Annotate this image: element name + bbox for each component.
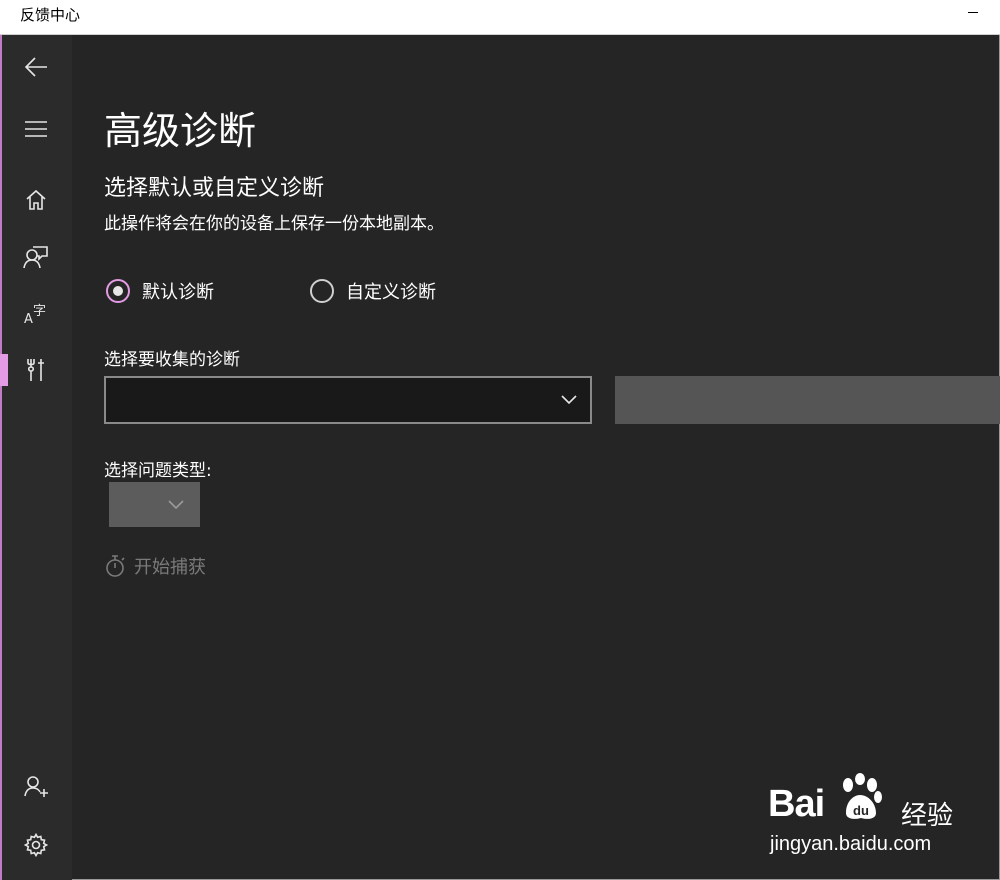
baidu-paw-icon: du [843, 773, 882, 819]
disabled-action-button[interactable] [615, 376, 1000, 424]
hamburger-icon [25, 121, 47, 137]
tools-icon [27, 359, 44, 381]
menu-button[interactable] [0, 107, 72, 151]
minimize-button[interactable] [968, 12, 978, 13]
stopwatch-icon [106, 555, 125, 577]
title-bar: 反馈中心 [0, 0, 1000, 35]
person-feedback-icon [23, 246, 48, 269]
page-title: 高级诊断 [104, 109, 257, 153]
sidebar-accent-edge [0, 35, 2, 880]
radio-custom-diagnostics[interactable]: 自定义诊断 [310, 278, 436, 304]
section-description: 此操作将会在你的设备上保存一份本地副本。 [104, 214, 444, 234]
sidebar-item-home[interactable] [0, 178, 72, 222]
svg-text:du: du [853, 803, 869, 818]
radio-dot [113, 286, 123, 296]
svg-text:A: A [24, 312, 33, 326]
problem-type-dropdown[interactable] [109, 482, 200, 527]
sidebar-item-account[interactable] [0, 765, 72, 809]
radio-default-label: 默认诊断 [142, 282, 214, 303]
language-icon: A 字 [24, 304, 46, 326]
back-button[interactable] [0, 45, 72, 89]
chevron-down-icon [561, 395, 577, 405]
person-add-icon [24, 776, 48, 797]
watermark-brand-cn: 经验 [901, 801, 954, 831]
section-subtitle: 选择默认或自定义诊断 [104, 176, 325, 201]
start-capture-button[interactable]: 开始捕获 [104, 553, 206, 579]
collect-diagnostics-dropdown[interactable] [104, 376, 592, 424]
sidebar-item-language[interactable]: A 字 [0, 291, 72, 335]
radio-custom-label: 自定义诊断 [346, 282, 436, 303]
sidebar-item-diagnostics[interactable] [0, 348, 72, 392]
radio-default-diagnostics[interactable]: 默认诊断 [106, 278, 214, 304]
problem-type-label: 选择问题类型: [104, 461, 212, 481]
start-capture-label: 开始捕获 [134, 557, 206, 578]
svg-text:字: 字 [33, 304, 46, 319]
watermark-url: jingyan.baidu.com [770, 833, 932, 855]
radio-unchecked-indicator [310, 279, 334, 303]
back-arrow-icon [24, 57, 47, 77]
sidebar-item-feedback[interactable] [0, 235, 72, 279]
sidebar-item-settings[interactable] [0, 823, 72, 867]
chevron-down-icon [168, 500, 184, 510]
sidebar: A 字 [0, 35, 72, 880]
watermark-brand-left: Bai [768, 783, 825, 825]
baidu-watermark: Bai du 经验 jingyan.baidu.com [768, 773, 968, 863]
window-title: 反馈中心 [20, 6, 81, 24]
collect-diagnostics-label: 选择要收集的诊断 [104, 350, 240, 370]
home-icon [26, 189, 46, 210]
radio-checked-indicator [106, 279, 130, 303]
gear-icon [24, 833, 48, 857]
